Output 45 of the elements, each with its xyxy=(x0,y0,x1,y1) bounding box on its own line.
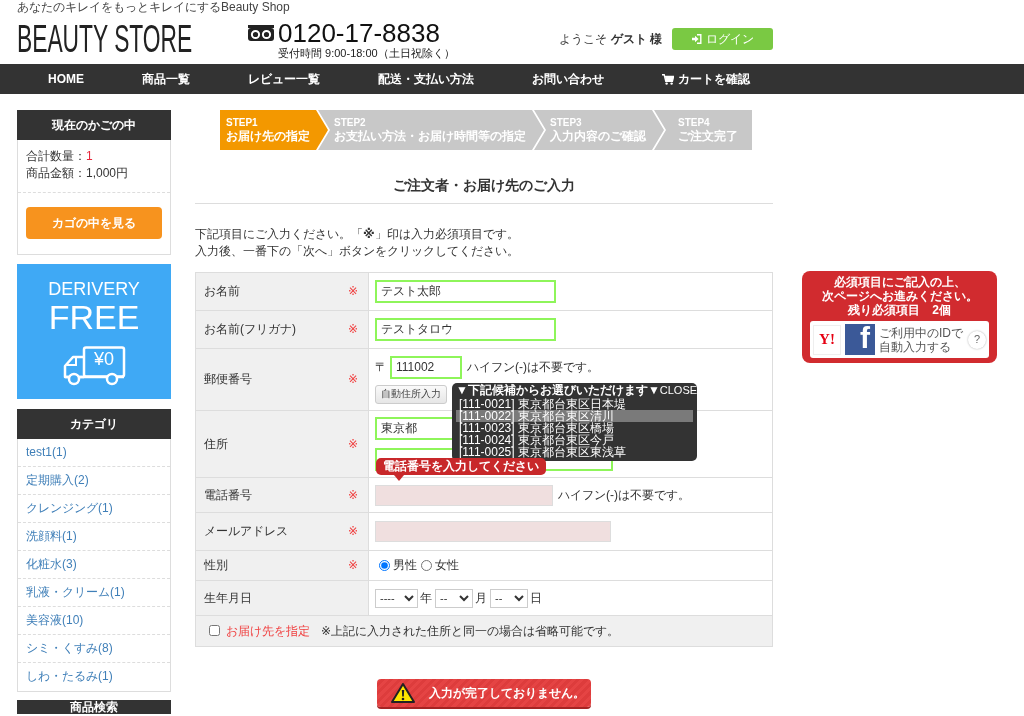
field-label: 性別 xyxy=(204,557,228,574)
id-login-text: ご利用中のIDで 自動入力する xyxy=(879,325,963,354)
popup-title: ▼下記候補からお選びいただけます▼ xyxy=(456,384,660,397)
field-label: お名前 xyxy=(204,283,240,300)
field-label: 住所 xyxy=(204,435,228,453)
required-mark: ※ xyxy=(347,557,358,574)
unit-label: 年 xyxy=(420,589,432,607)
option-note: ※上記に入力された住所と同一の場合は省略可能です。 xyxy=(321,622,620,640)
amount-text: 商品金額：1,000円 xyxy=(26,165,130,182)
unit-label: 日 xyxy=(530,589,542,607)
hint-text: ハイフン(-)は不要です。 xyxy=(467,358,599,376)
postal-mark: 〒 xyxy=(375,358,387,376)
required-mark: ※ xyxy=(347,435,358,453)
banner-heading: DERIVERY xyxy=(47,279,141,300)
business-hours-text: 受付時間 9:00-18:00（土日祝除く） xyxy=(277,46,455,59)
required-mark: ※ xyxy=(347,486,358,504)
required-mark: ※ xyxy=(347,523,358,540)
required-mark: ※ xyxy=(347,321,358,338)
remaining-count-text: 残り必須項目 2個 xyxy=(846,303,952,317)
field-label: 生年月日 xyxy=(204,589,252,607)
phone-number: 0120-17-8838 xyxy=(278,19,440,47)
search-header: 商品検索 xyxy=(17,700,171,714)
field-label: お名前(フリガナ) xyxy=(204,321,296,338)
cart-panel-header: 現在のかごの中 xyxy=(17,110,171,140)
unit-label: 月 xyxy=(475,589,487,607)
step-label: お届け先の指定 xyxy=(226,128,311,144)
category-header: カテゴリ xyxy=(17,409,171,439)
quantity-label: 合計数量： xyxy=(26,149,86,163)
field-label: 電話番号 xyxy=(204,486,252,504)
radio-label: 女性 xyxy=(435,557,459,574)
required-mark: ※ xyxy=(347,283,358,300)
welcome-text: ようこそ ゲスト 様 xyxy=(559,30,662,48)
field-label: 郵便番号 xyxy=(204,371,252,388)
tagline-text: あなたのキレイをもっとキレイにするBeauty Shop xyxy=(16,0,291,14)
step-number: STEP1 xyxy=(226,116,259,129)
field-label: メールアドレス xyxy=(204,523,288,540)
banner-title: FREE xyxy=(47,300,141,334)
price-label: ¥0 xyxy=(93,348,115,371)
hint-text: ハイフン(-)は不要です。 xyxy=(558,486,690,504)
quantity-value: 1 xyxy=(86,149,93,163)
instructions-text: 下記項目にご入力ください。「※」印は入力必須項目です。 入力後、一番下の「次へ」ボタンをクリックしてください。 xyxy=(195,226,520,260)
form-title: ご注文者・お届け先のご入力 xyxy=(392,176,576,195)
notice-text: 必須項目にご記入の上、 次ページへお進みください。 xyxy=(820,275,979,303)
radio-label: 男性 xyxy=(393,557,417,574)
required-mark: ※ xyxy=(347,371,358,388)
